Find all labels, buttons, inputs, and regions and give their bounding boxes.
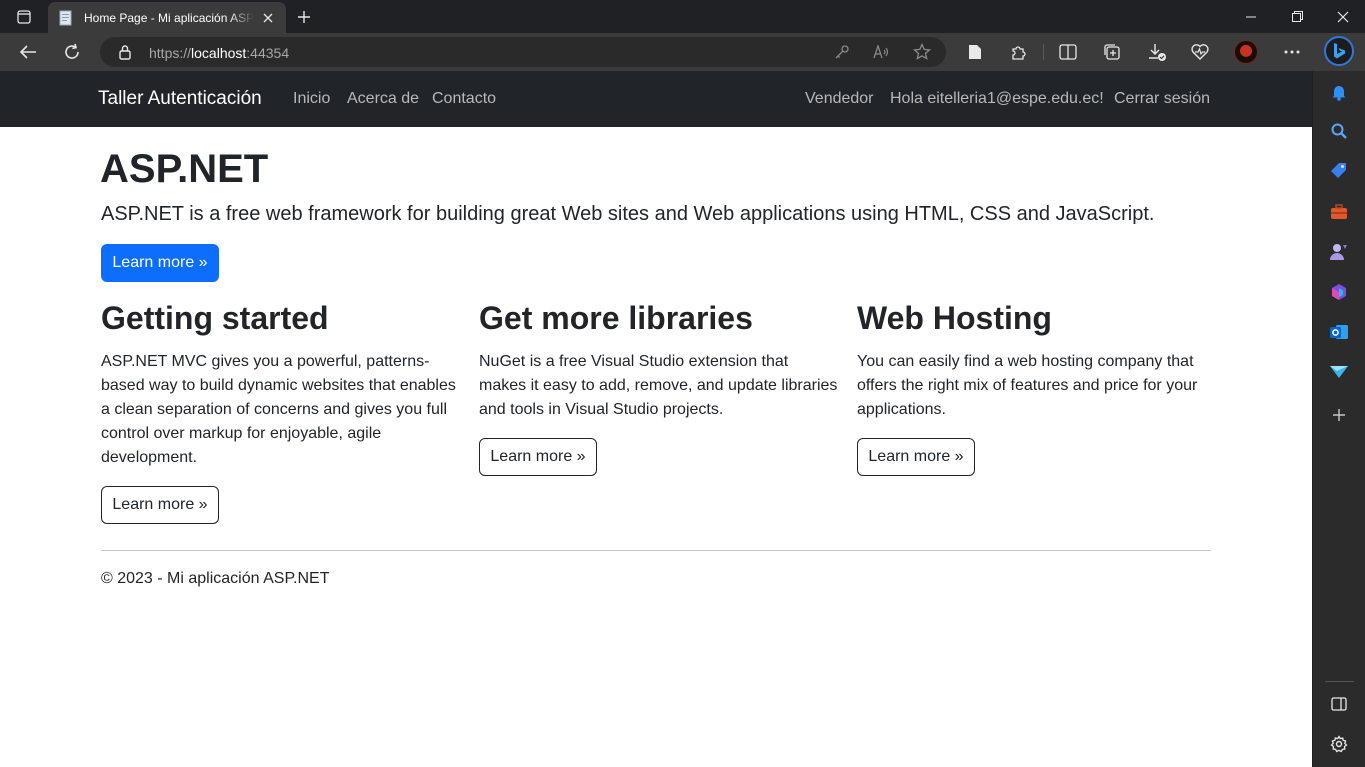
tab-title: Home Page - Mi aplicación ASP.NET: [84, 10, 254, 25]
shopping-tag-icon[interactable]: [1327, 159, 1351, 183]
lock-icon[interactable]: [118, 44, 132, 65]
hide-sidebar-icon[interactable]: [1327, 692, 1351, 716]
navbar-brand[interactable]: Taller Autenticación: [98, 88, 262, 110]
learn-more-button[interactable]: Learn more »: [479, 438, 597, 477]
url-port: :44354: [246, 45, 290, 61]
page-viewport: Taller Autenticación Inicio Acerca de Co…: [0, 71, 1312, 767]
edge-sidebar: [1312, 71, 1365, 767]
site-navbar: Taller Autenticación Inicio Acerca de Co…: [0, 71, 1312, 127]
nav-link-vendedor[interactable]: Vendedor: [805, 90, 874, 108]
bing-copilot-icon[interactable]: [1324, 36, 1354, 66]
refresh-icon[interactable]: [57, 37, 87, 67]
browser-tab[interactable]: Home Page - Mi aplicación ASP.NET: [48, 2, 286, 33]
bell-icon[interactable]: [1327, 80, 1351, 104]
sidebar-divider: [1325, 681, 1354, 682]
address-bar[interactable]: https://localhost:44354: [100, 37, 946, 67]
column-heading: Web Hosting: [857, 300, 1052, 336]
column-text: ASP.NET MVC gives you a powerful, patter…: [101, 353, 456, 467]
column-heading: Getting started: [101, 300, 329, 336]
learn-more-primary-button[interactable]: Learn more »: [101, 244, 219, 282]
send-drop-icon[interactable]: [1327, 360, 1351, 384]
favorite-star-icon[interactable]: [910, 41, 934, 63]
nav-link-user-greeting[interactable]: Hola eitelleria1@espe.edu.ec!: [890, 90, 1104, 108]
footer-divider: [101, 550, 1211, 551]
reading-view-icon[interactable]: [960, 37, 990, 67]
nav-link-inicio[interactable]: Inicio: [293, 90, 330, 108]
tab-actions-icon[interactable]: [6, 5, 42, 29]
column-heading: Get more libraries: [479, 300, 753, 336]
microsoft-365-icon[interactable]: [1327, 280, 1351, 304]
nav-link-contacto[interactable]: Contacto: [432, 90, 496, 108]
column-web-hosting: Web Hosting You can easily find a web ho…: [857, 300, 1217, 477]
add-sidebar-app-icon[interactable]: [1327, 403, 1351, 427]
column-text: NuGet is a free Visual Studio extension …: [479, 353, 838, 419]
extensions-icon[interactable]: [1004, 37, 1034, 67]
column-get-more-libraries: Get more libraries NuGet is a free Visua…: [479, 300, 839, 477]
browser-toolbar: https://localhost:44354: [0, 33, 1365, 71]
browser-essentials-icon[interactable]: [1185, 37, 1215, 67]
more-menu-icon[interactable]: [1277, 37, 1307, 67]
learn-more-button[interactable]: Learn more »: [101, 486, 219, 525]
minimize-icon[interactable]: [1228, 0, 1274, 33]
restore-icon[interactable]: [1274, 0, 1320, 33]
games-icon[interactable]: [1327, 240, 1351, 264]
collections-icon[interactable]: [1097, 37, 1127, 67]
nav-link-logout[interactable]: Cerrar sesión: [1114, 90, 1210, 108]
downloads-icon[interactable]: [1142, 37, 1172, 67]
tools-briefcase-icon[interactable]: [1327, 200, 1351, 224]
page-favicon-icon: [58, 10, 74, 26]
footer-text: © 2023 - Mi aplicación ASP.NET: [101, 570, 330, 587]
profile-avatar[interactable]: [1234, 40, 1258, 64]
toolbar-divider: [1043, 44, 1044, 60]
read-aloud-icon[interactable]: [870, 41, 894, 63]
new-tab-icon[interactable]: [292, 5, 316, 29]
column-text: You can easily find a web hosting compan…: [857, 353, 1198, 419]
outlook-icon[interactable]: [1327, 320, 1351, 344]
tab-close-icon[interactable]: [260, 10, 276, 26]
split-screen-icon[interactable]: [1053, 37, 1083, 67]
learn-more-button[interactable]: Learn more »: [857, 438, 975, 477]
close-window-icon[interactable]: [1320, 0, 1365, 33]
key-icon[interactable]: [830, 41, 854, 63]
url-host: localhost: [191, 45, 247, 61]
back-icon[interactable]: [13, 37, 43, 67]
search-icon[interactable]: [1327, 119, 1351, 143]
url-text[interactable]: https://localhost:44354: [149, 45, 289, 61]
url-scheme: https://: [149, 45, 192, 61]
browser-titlebar: Home Page - Mi aplicación ASP.NET: [0, 0, 1365, 33]
settings-gear-icon[interactable]: [1327, 732, 1351, 756]
lead-text: ASP.NET is a free web framework for buil…: [101, 203, 1155, 225]
page-title: ASP.NET: [100, 147, 269, 191]
nav-link-acerca-de[interactable]: Acerca de: [347, 90, 419, 108]
column-getting-started: Getting started ASP.NET MVC gives you a …: [101, 300, 461, 525]
